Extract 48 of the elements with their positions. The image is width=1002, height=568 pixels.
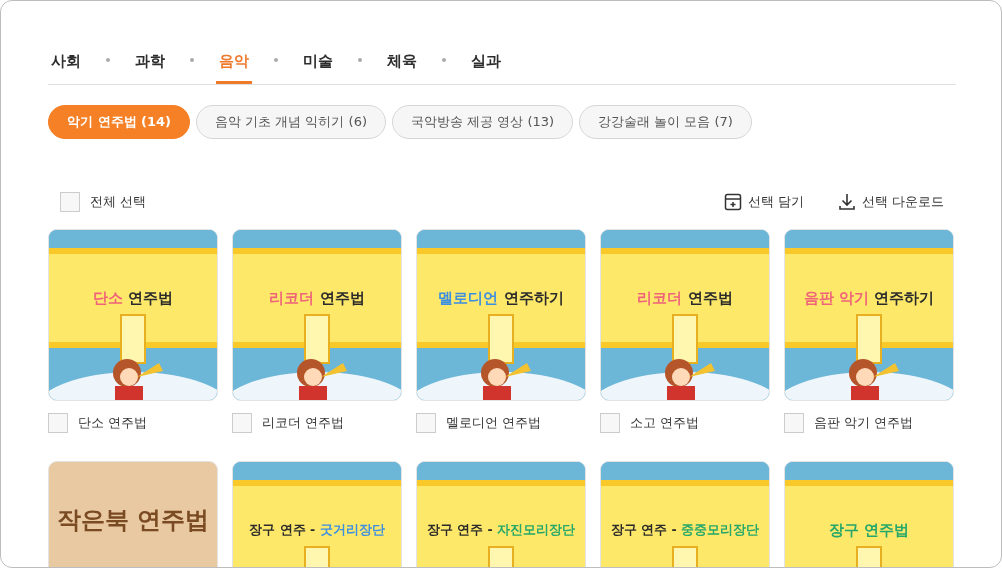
thumbnail-illustration[interactable]: 작은북 연주법 xyxy=(48,461,218,567)
separator-dot xyxy=(106,58,110,62)
thumbnail-illustration[interactable]: 리코더 연주법 xyxy=(232,229,402,401)
select-all-label: 전체 선택 xyxy=(90,193,147,211)
card-title: 소고 연주법 xyxy=(630,414,700,432)
thumbnail-title: 리코더 연주법 xyxy=(637,288,733,308)
thumbnail-title: 멜로디언 연주하기 xyxy=(438,288,564,308)
thumbnail-title: 음판 악기 연주하기 xyxy=(803,288,935,308)
thumbnail-illustration[interactable]: 장구 연주 - 중중모리장단 xyxy=(600,461,770,567)
checkbox[interactable] xyxy=(600,413,620,433)
subject-tab[interactable]: 과학 xyxy=(132,43,168,84)
separator-dot xyxy=(442,58,446,62)
thumbnail-illustration[interactable]: 멜로디언 연주하기 xyxy=(416,229,586,401)
thumbnail-illustration[interactable]: 단소 연주법 xyxy=(48,229,218,401)
card-title: 멜로디언 연주법 xyxy=(446,414,542,432)
checkbox[interactable] xyxy=(48,413,68,433)
category-chip[interactable]: 강강술래 놀이 모음 (7) xyxy=(579,105,752,139)
card-title: 리코더 연주법 xyxy=(262,414,345,432)
thumbnail-illustration[interactable]: 음판 악기 연주하기 xyxy=(784,229,954,401)
thumbnail-title: 장구 연주 - 굿거리장단 xyxy=(249,521,385,539)
category-chip[interactable]: 음악 기초 개념 익히기 (6) xyxy=(196,105,386,139)
thumbnail-title: 작은북 연주법 xyxy=(56,505,210,536)
separator-dot xyxy=(274,58,278,62)
card-title: 음판 악기 연주법 xyxy=(814,414,914,432)
checkbox[interactable] xyxy=(784,413,804,433)
add-selected-button[interactable]: 선택 담기 xyxy=(723,193,804,211)
checkbox[interactable] xyxy=(232,413,252,433)
category-chip[interactable]: 국악방송 제공 영상 (13) xyxy=(392,105,574,139)
card-title: 단소 연주법 xyxy=(78,414,148,432)
thumbnail-title: 리코더 연주법 xyxy=(269,288,365,308)
separator-dot xyxy=(190,58,194,62)
subject-tab[interactable]: 실과 xyxy=(468,43,504,84)
thumbnail-illustration[interactable]: 리코더 연주법 xyxy=(600,229,770,401)
subject-tab[interactable]: 미술 xyxy=(300,43,336,84)
thumbnail-title: 장구 연주법 xyxy=(828,520,910,540)
checkbox[interactable] xyxy=(60,192,80,212)
download-selected-button[interactable]: 선택 다운로드 xyxy=(837,193,944,211)
checkbox[interactable] xyxy=(416,413,436,433)
thumbnail-title: 장구 연주 - 중중모리장단 xyxy=(610,521,760,539)
thumbnail-title: 단소 연주법 xyxy=(92,288,174,308)
thumbnail-illustration[interactable]: 장구 연주 - 굿거리장단 xyxy=(232,461,402,567)
thumbnail-illustration[interactable]: 장구 연주 - 자진모리장단 xyxy=(416,461,586,567)
separator-dot xyxy=(358,58,362,62)
subject-tab[interactable]: 체육 xyxy=(384,43,420,84)
subject-tab[interactable]: 사회 xyxy=(48,43,84,84)
download-icon xyxy=(837,193,856,211)
thumbnail-title: 장구 연주 - 자진모리장단 xyxy=(426,521,576,539)
add-box-icon xyxy=(723,193,742,211)
